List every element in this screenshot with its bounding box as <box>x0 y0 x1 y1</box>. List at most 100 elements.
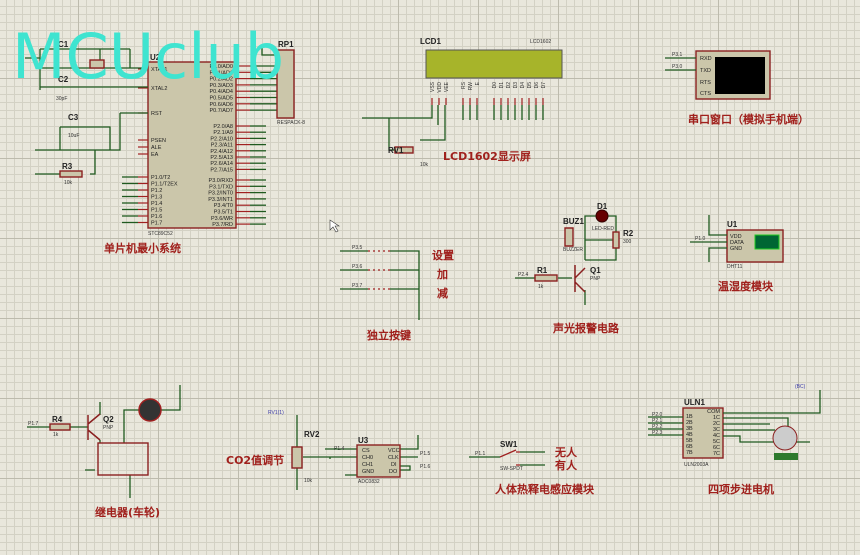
sw1-ref: SW1 <box>500 440 518 449</box>
q1-transistor[interactable] <box>574 265 586 293</box>
mcu-pin-label: P3.7/RD <box>212 222 233 228</box>
mcu-pin-label: ALE <box>151 145 162 151</box>
r3-resistor[interactable] <box>59 170 83 178</box>
dc-motor[interactable] <box>138 398 162 422</box>
stepper-block[interactable]: ULN1 ULN2003A (BC) P2.0 P2.1 P2.2 P2.3 1… <box>648 384 821 496</box>
mcu-pin-label: P0.6/AD6 <box>209 102 233 108</box>
mcu-pin-label: P0.7/AD7 <box>209 108 233 114</box>
q2-ref: Q2 <box>103 415 114 424</box>
stepper-motor[interactable] <box>772 425 798 451</box>
keys-title: 独立按键 <box>366 328 412 342</box>
motor-display <box>774 453 798 460</box>
lcd-screen[interactable] <box>425 49 563 79</box>
net-label: P1.4 <box>334 446 345 452</box>
pir-state-absent: 无人 <box>554 445 578 459</box>
led-d1[interactable] <box>595 209 609 223</box>
r1-ref: R1 <box>537 266 548 275</box>
lcd-ref: LCD1 <box>420 37 441 46</box>
pin-rts: RTS <box>700 80 711 86</box>
dht-display <box>754 234 780 250</box>
mcu-pin-label: P3.5/T1 <box>214 210 233 216</box>
lcd-pin-label: D1 <box>499 82 505 89</box>
mcu-pin-label: RST <box>151 111 163 117</box>
voltage-probe: (BC) <box>795 384 806 390</box>
mcu-pin-label: P3.1/TXD <box>209 184 233 190</box>
net-label: P2.3 <box>652 430 663 436</box>
mcu-pin-label: P1.1/T2EX <box>151 182 178 188</box>
rv2-ref: RV2 <box>304 430 320 439</box>
r2-resistor[interactable] <box>612 231 620 249</box>
spdt-switch[interactable] <box>499 449 520 466</box>
c2-value: 30pF <box>56 96 67 102</box>
buzzer[interactable] <box>564 227 574 247</box>
rv2-potentiometer[interactable] <box>291 446 303 469</box>
lcd-title: LCD1602显示屏 <box>443 150 531 163</box>
mcu-pin-label: P1.7 <box>151 221 162 227</box>
r2-ref: R2 <box>623 229 634 238</box>
watermark-logo: MCUclub <box>12 20 284 93</box>
net-label: P3.6 <box>352 264 363 270</box>
d1-ref: D1 <box>597 202 608 211</box>
mcu-pin-label: P2.6/A14 <box>210 161 233 167</box>
keys-block[interactable]: P3.5 P3.6 P3.7 设置 加 减 独立按键 <box>340 245 454 342</box>
sw1-part: SW-SPDT <box>500 466 523 472</box>
lcd-pin-label: D6 <box>534 82 540 89</box>
lcd-block[interactable]: LCD1 LCD1602 VSS VDD VEE RS RW E D0 D1 D2 D3 D4 D5 D… <box>362 37 563 168</box>
lcd-pins: VSS VDD VEE RS RW E D0 D1 D2 D3 D4 D5 D6 D7 <box>430 81 547 120</box>
r1-resistor[interactable] <box>534 274 558 282</box>
r4-value: 1k <box>53 432 59 438</box>
mcu-pin-label: P2.1/A9 <box>213 130 233 136</box>
pin-ch1: CH1 <box>362 462 373 468</box>
mcu-pin-label: P3.2/INT0 <box>208 191 233 197</box>
mcu-pin-label: P1.5 <box>151 208 162 214</box>
mcu-pin-label: P2.7/A15 <box>210 167 233 173</box>
relay[interactable] <box>97 442 149 476</box>
pin-do: DO <box>389 469 398 475</box>
r1-value: 1k <box>538 284 544 290</box>
mcu-title: 单片机最小系统 <box>104 241 181 255</box>
mcu-pin-label: P1.4 <box>151 201 162 207</box>
buz-part: BUZZER <box>563 247 583 253</box>
r4-ref: R4 <box>52 415 63 424</box>
dht11-block[interactable]: U1 VDD DATA GND P1.0 DHT11 温湿度模块 <box>690 215 784 293</box>
dht-part: DHT11 <box>727 264 743 270</box>
pin-cs: CS <box>362 448 370 454</box>
mcu-pin-label: P3.3/INT1 <box>208 197 233 203</box>
relay-block[interactable]: R4 1k Q2 PNP P1.7 继电器(车轮) <box>27 385 181 519</box>
mcu-pin-label: P2.0/A8 <box>213 124 233 130</box>
pir-block[interactable]: SW1 SW-SPDT P1.1 无人 有人 人体热释电感应模块 <box>469 440 595 496</box>
pin-vcc: VCC <box>388 448 400 454</box>
mcu-pin-label: P2.2/A10 <box>210 136 233 142</box>
lcd-pin-label: D3 <box>513 82 519 89</box>
relay-title: 继电器(车轮) <box>95 505 160 519</box>
uln-ref: ULN1 <box>684 398 705 407</box>
r4-resistor[interactable] <box>49 423 71 431</box>
lcd-pin-label: D2 <box>506 82 512 89</box>
mcu-pin-label: P1.6 <box>151 214 162 220</box>
key-label-set: 设置 <box>432 248 454 262</box>
q2-transistor[interactable] <box>87 413 101 441</box>
pin-cts: CTS <box>700 91 711 97</box>
c3-ref: C3 <box>68 113 79 122</box>
c3-value: 10uF <box>68 133 79 139</box>
u3-ref: U3 <box>358 436 369 445</box>
alarm-block[interactable]: D1 LED-RED BUZ1 BUZZER R2 300 R1 1k Q1 P… <box>515 202 634 335</box>
mcu-pin-label: P1.3 <box>151 195 162 201</box>
mcu-pin-label: P2.4/A12 <box>210 149 233 155</box>
uln-pin-label: 7C <box>713 451 720 457</box>
pin-clk: CLK <box>388 455 399 461</box>
lcd-pin-label: D4 <box>520 82 526 89</box>
pin-txd: TXD <box>700 68 711 74</box>
lcd-pin-label: VEE <box>444 81 450 92</box>
pin-gnd: GND <box>730 246 742 252</box>
schematic-canvas[interactable]: U2 STC89C52 XTAL1XTAL2RSTPSENALEEAP1.0/T… <box>0 0 860 555</box>
rv2-value: 10k <box>304 478 313 484</box>
net-label: P1.0 <box>695 236 706 242</box>
r3-ref: R3 <box>62 162 73 171</box>
serial-terminal-block[interactable]: RXD TXD RTS CTS P3.1 P3.0 串口窗口（模拟手机端） <box>665 50 809 126</box>
pir-state-present: 有人 <box>555 458 578 472</box>
d1-part: LED-RED <box>592 226 614 232</box>
rv1-ref: RV1 <box>388 146 404 155</box>
rv1-value: 10k <box>420 162 429 168</box>
co2-block[interactable]: RV1(1) RV2 10k CO2值调节 U3 ADC0832 CS CH0 … <box>226 410 431 490</box>
